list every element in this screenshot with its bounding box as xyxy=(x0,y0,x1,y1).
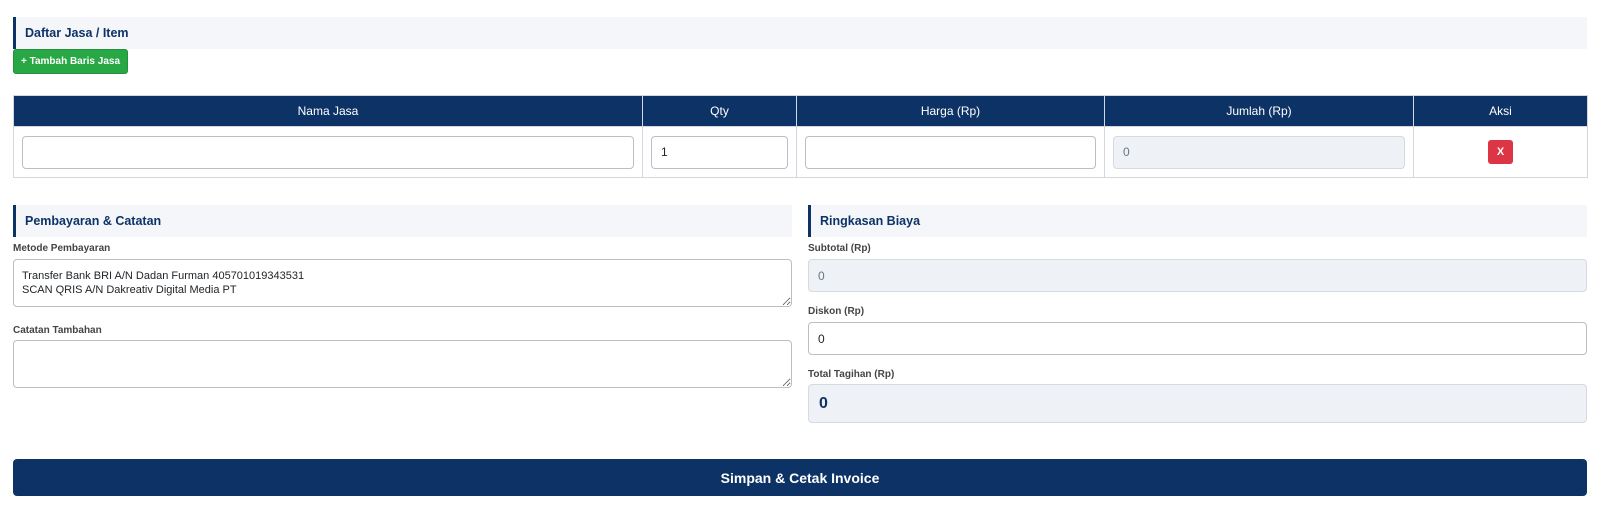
qty-input[interactable] xyxy=(651,135,788,169)
total-value: 0 xyxy=(819,394,828,412)
items-table: Nama Jasa Qty Harga (Rp) Jumlah (Rp) Aks… xyxy=(13,95,1588,178)
total-display: 0 xyxy=(808,384,1587,423)
column-header-qty: Qty xyxy=(642,95,797,127)
column-header-nama-jasa: Nama Jasa xyxy=(13,95,643,127)
cell-aksi: X xyxy=(1413,126,1588,178)
notes-textarea[interactable] xyxy=(13,340,792,388)
discount-input[interactable] xyxy=(808,322,1587,355)
cell-qty xyxy=(642,126,797,178)
jumlah-readonly-field xyxy=(1113,135,1405,169)
save-and-print-invoice-button[interactable]: Simpan & Cetak Invoice xyxy=(13,459,1587,496)
subtotal-readonly-field xyxy=(808,259,1587,292)
harga-input[interactable] xyxy=(805,135,1096,169)
payment-method-label: Metode Pembayaran xyxy=(13,243,111,254)
table-row: X xyxy=(13,126,1588,178)
payment-section-title: Pembayaran & Catatan xyxy=(13,205,792,237)
summary-section-title-text: Ringkasan Biaya xyxy=(820,214,921,228)
summary-section-title: Ringkasan Biaya xyxy=(808,205,1587,237)
cell-harga xyxy=(796,126,1105,178)
subtotal-label: Subtotal (Rp) xyxy=(808,243,871,254)
column-header-jumlah: Jumlah (Rp) xyxy=(1104,95,1414,127)
column-header-aksi: Aksi xyxy=(1413,95,1588,127)
column-header-harga: Harga (Rp) xyxy=(796,95,1105,127)
payment-section-title-text: Pembayaran & Catatan xyxy=(25,214,162,228)
items-section-title: Daftar Jasa / Item xyxy=(13,17,1587,49)
notes-label: Catatan Tambahan xyxy=(13,325,102,336)
total-label: Total Tagihan (Rp) xyxy=(808,369,895,380)
discount-label: Diskon (Rp) xyxy=(808,306,865,317)
delete-row-button[interactable]: X xyxy=(1488,140,1513,164)
items-table-header: Nama Jasa Qty Harga (Rp) Jumlah (Rp) Aks… xyxy=(13,95,1588,127)
items-section-title-text: Daftar Jasa / Item xyxy=(25,26,129,40)
payment-method-textarea[interactable]: Transfer Bank BRI A/N Dadan Furman 40570… xyxy=(13,259,792,307)
cell-jumlah xyxy=(1104,126,1414,178)
nama-jasa-input[interactable] xyxy=(22,135,634,169)
add-service-row-button[interactable]: + Tambah Baris Jasa xyxy=(13,49,128,74)
cell-nama-jasa xyxy=(13,126,643,178)
